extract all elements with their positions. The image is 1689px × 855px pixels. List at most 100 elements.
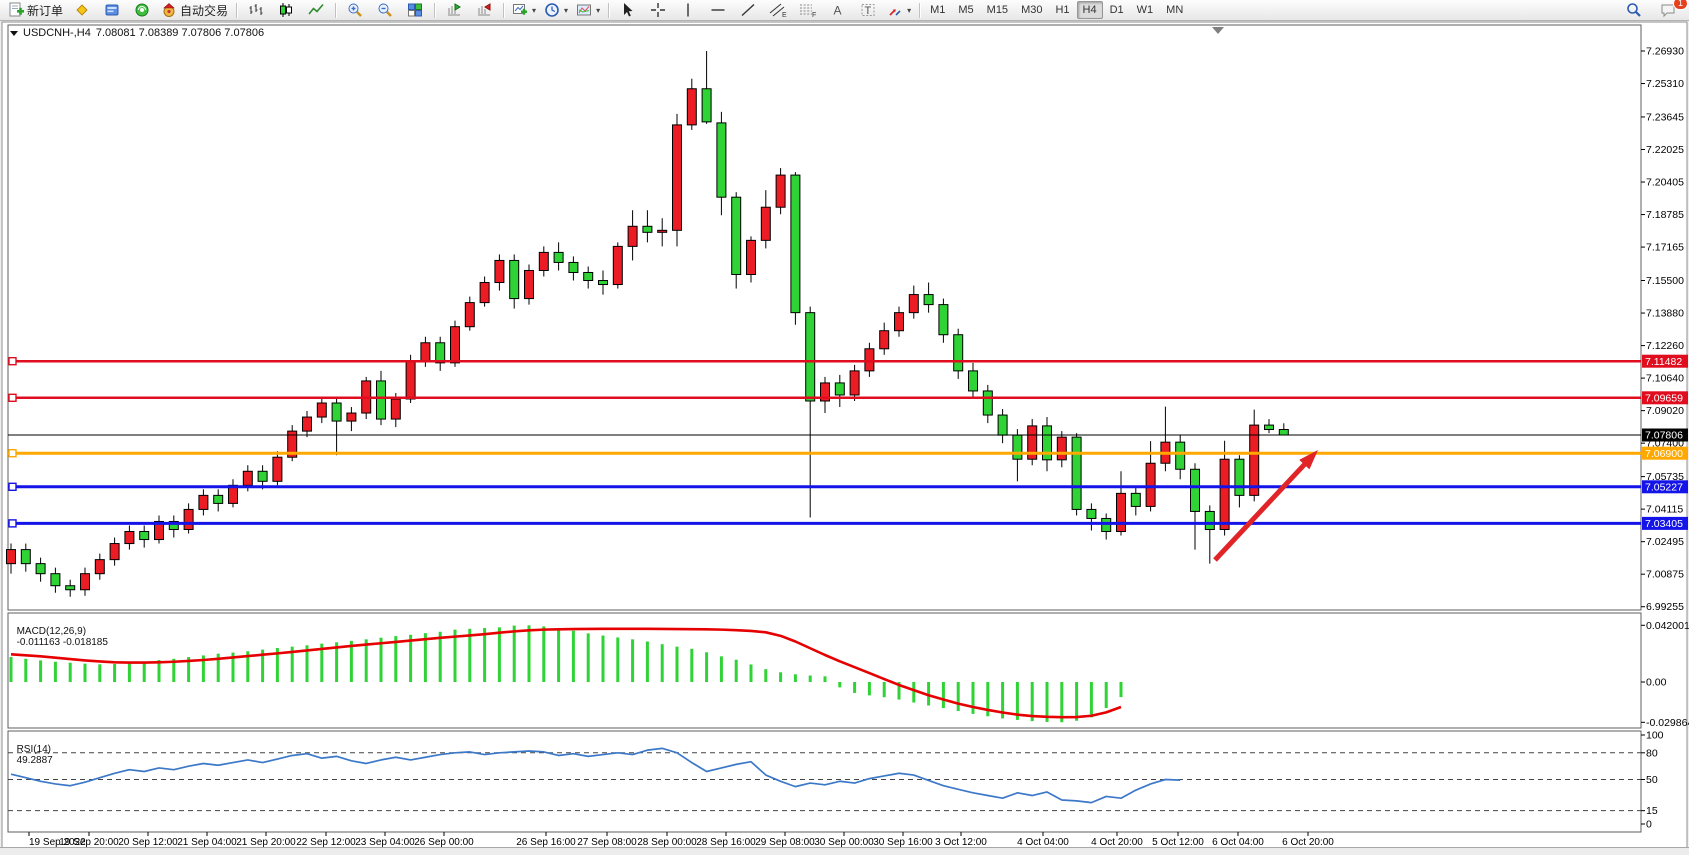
trendline-button[interactable] [733, 0, 763, 21]
candle [643, 226, 652, 232]
auto-scroll-button[interactable] [439, 0, 469, 21]
arrows-button[interactable]: ▾ [883, 0, 915, 21]
text-label-button[interactable]: T [853, 0, 883, 21]
dropdown-caret-icon: ▾ [596, 6, 600, 15]
timeframe-MN[interactable]: MN [1160, 1, 1189, 19]
candle [421, 343, 430, 361]
line-handle[interactable] [9, 450, 16, 457]
price-chart[interactable]: 7.269307.253107.236457.220257.204057.187… [0, 0, 1689, 855]
price-tick-label: 7.10640 [1646, 373, 1684, 385]
candle [110, 544, 119, 560]
line-chart-button[interactable] [301, 0, 331, 21]
candle [628, 226, 637, 246]
price-tick-label: 7.25310 [1646, 78, 1684, 90]
candle [451, 327, 460, 363]
equidistant-channel-button[interactable]: E [763, 0, 793, 21]
candle [66, 586, 75, 590]
candle [243, 471, 252, 485]
rsi-pane[interactable] [8, 731, 1641, 832]
price-line-badge-label: 7.05227 [1645, 481, 1683, 493]
rsi-name: RSI(14) [17, 744, 51, 755]
macd-axis-label: 0.042001 [1646, 620, 1689, 632]
candle [510, 260, 519, 298]
fibonacci-button[interactable]: F [793, 0, 823, 21]
line-handle[interactable] [9, 483, 16, 490]
market-watch-button[interactable] [97, 0, 127, 21]
rsi-axis-label: 50 [1646, 774, 1658, 786]
new-chart-button[interactable]: ▾ [508, 0, 540, 21]
vertical-line-button[interactable] [673, 0, 703, 21]
candle [140, 532, 149, 540]
auto-trading-button[interactable]: 自动交易 [157, 0, 232, 21]
text-button[interactable]: A [823, 0, 853, 21]
chart-shift-button[interactable] [469, 0, 499, 21]
timeframe-group: M1M5M15M30H1H4D1W1MN [924, 1, 1189, 19]
auto-trading-icon [161, 2, 177, 18]
toolbar-separator [503, 3, 504, 18]
notifications-button[interactable]: 1 [1653, 0, 1683, 21]
zoom-out-button[interactable] [370, 0, 400, 21]
price-tick-label: 7.22025 [1646, 144, 1684, 156]
candle [954, 335, 963, 371]
rsi-axis-label: 80 [1646, 747, 1658, 759]
cursor-icon [620, 2, 636, 18]
candle [554, 252, 563, 262]
candle [1220, 459, 1229, 529]
candle [613, 246, 622, 284]
timeframe-D1[interactable]: D1 [1104, 1, 1130, 19]
chart-title-symbol: USDCNH-,H4 [23, 27, 91, 39]
deposit-button[interactable] [67, 0, 97, 21]
crosshair-button[interactable] [643, 0, 673, 21]
symbol-dropdown-icon[interactable] [10, 31, 18, 36]
rsi-value: 49.2887 [17, 755, 53, 766]
price-tick-label: 7.13880 [1646, 308, 1684, 320]
toolbar: 新订单 自动交易 [0, 0, 1689, 21]
horizontal-line-icon [710, 2, 726, 18]
new-order-button[interactable]: 新订单 [4, 0, 67, 21]
rsi-axis-label: 15 [1646, 805, 1658, 817]
candle [21, 550, 30, 564]
timeframe-H4[interactable]: H4 [1077, 1, 1103, 19]
auto-scroll-icon [446, 2, 462, 18]
tile-windows-icon [407, 2, 423, 18]
candle [258, 471, 267, 481]
zoom-in-button[interactable] [340, 0, 370, 21]
horizontal-line-button[interactable] [703, 0, 733, 21]
timeframe-M15[interactable]: M15 [981, 1, 1014, 19]
candle [317, 403, 326, 417]
toolbar-separator [919, 3, 920, 18]
signals-button[interactable] [127, 0, 157, 21]
search-icon [1626, 2, 1642, 18]
search-button[interactable] [1619, 0, 1649, 21]
candle [939, 305, 948, 335]
tile-windows-button[interactable] [400, 0, 430, 21]
candle [717, 123, 726, 197]
candle [184, 509, 193, 529]
timeframe-M30[interactable]: M30 [1015, 1, 1048, 19]
candle [525, 270, 534, 298]
candle [850, 371, 859, 395]
candle [1205, 511, 1214, 529]
price-line-badge-label: 7.06900 [1645, 448, 1683, 460]
periods-button[interactable]: ▾ [540, 0, 572, 21]
cursor-button[interactable] [613, 0, 643, 21]
macd-pane[interactable] [8, 613, 1641, 728]
templates-button[interactable]: ▾ [572, 0, 604, 21]
line-handle[interactable] [9, 394, 16, 401]
line-handle[interactable] [9, 520, 16, 527]
equidistant-channel-icon: E [769, 2, 787, 18]
timeframe-M5[interactable]: M5 [952, 1, 979, 19]
candle-chart-button[interactable] [271, 0, 301, 21]
price-tick-label: 7.00875 [1646, 569, 1684, 581]
candle [214, 495, 223, 503]
candle [998, 415, 1007, 435]
timeframe-W1[interactable]: W1 [1131, 1, 1160, 19]
auto-trading-label: 自动交易 [180, 2, 228, 19]
timeframe-H1[interactable]: H1 [1049, 1, 1075, 19]
candle [599, 281, 608, 285]
line-handle[interactable] [9, 358, 16, 365]
toolbar-separator [236, 3, 237, 18]
timeframe-M1[interactable]: M1 [924, 1, 951, 19]
macd-axis-label: 0.00 [1646, 677, 1667, 689]
bar-chart-button[interactable] [241, 0, 271, 21]
